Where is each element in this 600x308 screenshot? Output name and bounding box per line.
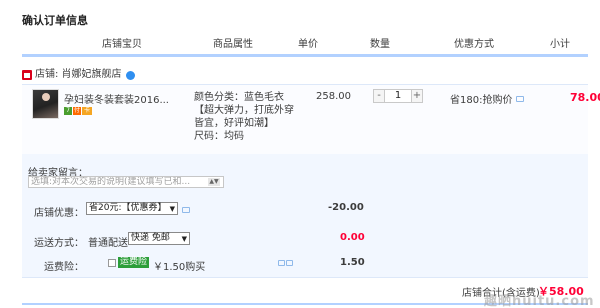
discount-amount: -20.00 <box>328 202 364 213</box>
product-thumbnail[interactable] <box>32 89 59 119</box>
unit-price: 258.00 <box>316 91 351 102</box>
quantity-stepper: - 1 + <box>373 89 423 103</box>
discount-label: 店铺优惠： <box>34 208 84 219</box>
order-item-row: 孕妇装冬装套装2016... 7 付 卡 颜色分类：蓝色毛衣 【超大弹力，打底外… <box>22 84 600 154</box>
quantity-decrease-button[interactable]: - <box>373 89 385 103</box>
payment-icon: 付 <box>73 107 81 115</box>
product-attributes: 颜色分类：蓝色毛衣 【超大弹力，打底外穿 皆宜，好评如潮】 尺码：均码 <box>194 91 304 143</box>
insurance-price-text: ￥1.50购买 <box>153 262 206 273</box>
seller-memo-input[interactable]: 选填:对本次交易的说明(建议填写已和... <box>28 176 224 188</box>
insurance-fee: 1.50 <box>340 257 365 268</box>
column-header-promo: 优惠方式 <box>454 39 494 50</box>
credit-card-icon: 卡 <box>82 107 92 115</box>
section-title: 确认订单信息 <box>22 14 88 27</box>
shipping-method: 普通配送 <box>88 238 128 249</box>
insurance-checkbox[interactable] <box>108 259 116 267</box>
chat-icon[interactable] <box>278 260 285 266</box>
column-header-subtotal: 小计 <box>550 39 570 50</box>
attribute-line: 皆宜，好评如潮】 <box>194 118 274 129</box>
attribute-line: 尺码：均码 <box>194 131 244 142</box>
insurance-info-icons[interactable] <box>278 260 293 266</box>
column-header-quantity: 数量 <box>370 39 390 50</box>
column-header-price: 单价 <box>298 39 318 50</box>
item-subtotal: 78.00 <box>570 91 600 104</box>
seven-day-return-icon: 7 <box>64 107 72 115</box>
attribute-line: 颜色分类：蓝色毛衣 <box>194 92 284 103</box>
service-badges: 7 付 卡 <box>64 107 92 115</box>
chevron-down-icon: ▼ <box>169 205 175 213</box>
quantity-input[interactable]: 1 <box>385 89 411 103</box>
shipping-selected: 快递 免邮 <box>131 233 170 243</box>
shop-name[interactable]: 店铺: 肖娜妃旗舰店 <box>35 68 122 82</box>
shipping-fee: 0.00 <box>340 232 365 243</box>
header-divider <box>22 54 588 57</box>
promo-method: 省180:抢购价 <box>450 91 525 106</box>
insurance-badge: 运费险 <box>118 257 150 268</box>
shop-coupon-selected: 省20元:【优惠券】 <box>89 203 167 213</box>
order-options-panel: 给卖家留言： 选填:对本次交易的说明(建议填写已和... ▲▼ 店铺优惠： 省2… <box>22 154 588 278</box>
attribute-line: 【超大弹力，打底外穿 <box>194 105 294 116</box>
shop-coupon-select[interactable]: 省20元:【优惠券】 ▼ <box>86 202 178 215</box>
memo-expand-icon[interactable]: ▲▼ <box>208 178 220 186</box>
column-header-shop-items: 店铺宝贝 <box>102 39 142 50</box>
wangwang-chat-icon[interactable] <box>125 70 135 80</box>
product-title[interactable]: 孕妇装冬装套装2016... <box>64 91 182 106</box>
shipping-label: 运送方式： <box>34 238 84 249</box>
shipping-select[interactable]: 快递 免邮 ▼ <box>128 232 190 245</box>
quantity-increase-button[interactable]: + <box>411 89 423 103</box>
watermark-logo: 趣晒huitu.com <box>484 294 595 308</box>
column-header-attributes: 商品属性 <box>213 39 253 50</box>
coupon-info-icon[interactable] <box>182 207 190 213</box>
promo-info-icon[interactable] <box>516 95 525 102</box>
help-icon[interactable] <box>286 260 293 266</box>
insurance-label: 运费险： <box>44 262 84 273</box>
promo-text: 省180:抢购价 <box>450 95 513 106</box>
shop-row: 店铺: 肖娜妃旗舰店 <box>22 68 135 82</box>
shop-icon <box>22 70 32 80</box>
chevron-down-icon: ▼ <box>181 235 187 243</box>
